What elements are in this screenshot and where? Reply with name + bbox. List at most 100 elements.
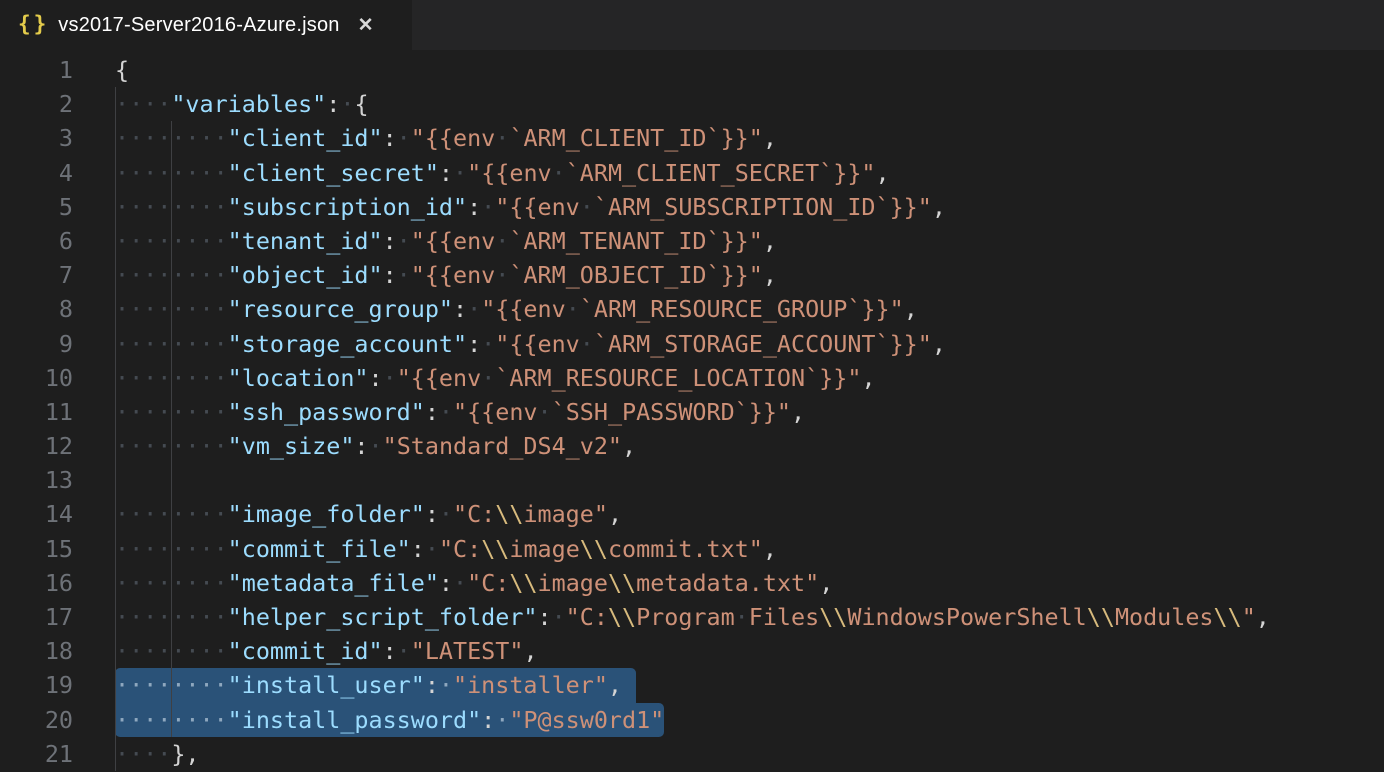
code-line[interactable]: 3 ········"client_id":·"{{env·`ARM_CLIENT…	[0, 121, 1384, 155]
code-token: `ARM_SUBSCRIPTION_ID`}}"	[594, 193, 932, 221]
code-line[interactable]: 8 ········"resource_group":·"{{env·`ARM_R…	[0, 292, 1384, 326]
line-number[interactable]: 1	[0, 53, 73, 87]
code-line[interactable]: 6 ········"tenant_id":·"{{env·`ARM_TENANT…	[0, 224, 1384, 258]
code-line-content[interactable]: ········"install_user":·"installer",	[115, 668, 1384, 702]
code-token: "{{env	[411, 124, 496, 152]
code-line-content[interactable]: ········"helper_script_folder":·"C:\\Pro…	[115, 600, 1384, 634]
code-token: "image_folder"	[228, 500, 425, 528]
code-line[interactable]: 7 ········"object_id":·"{{env·`ARM_OBJECT…	[0, 258, 1384, 292]
code-line[interactable]: 9········"storage_account":·"{{env·`ARM_…	[0, 327, 1384, 361]
code-line-content[interactable]: ········"client_id":·"{{env·`ARM_CLIENT_…	[115, 121, 1384, 155]
whitespace-dots: ·	[580, 330, 594, 358]
code-line[interactable]: 5 ········"subscription_id":·"{{env·`ARM_…	[0, 190, 1384, 224]
code-token: "commit_file"	[228, 535, 411, 563]
code-line-content[interactable]: ········"metadata_file":·"C:\\image\\met…	[115, 566, 1384, 600]
code-line[interactable]: 4 ········"client_secret":·"{{env·`ARM_CL…	[0, 156, 1384, 190]
line-number[interactable]: 16	[0, 566, 73, 600]
code-line[interactable]: 15········"commit_file":·"C:\\image\\com…	[0, 532, 1384, 566]
code-token: "{{env	[411, 261, 496, 289]
line-number[interactable]: 11	[0, 395, 73, 429]
code-line-content[interactable]: ········"storage_account":·"{{env·`ARM_S…	[115, 327, 1384, 361]
line-number[interactable]: 4	[0, 156, 73, 190]
code-token: "client_secret"	[228, 159, 439, 187]
code-line[interactable]: 11 ········"ssh_password":·"{{env·`SSH_PA…	[0, 395, 1384, 429]
line-number[interactable]: 5	[0, 190, 73, 224]
code-line[interactable]: 12 ········"vm_size":·"Standard_DS4_v2",	[0, 429, 1384, 463]
line-number[interactable]: 7	[0, 258, 73, 292]
code-line-content[interactable]: ········"commit_file":·"C:\\image\\commi…	[115, 532, 1384, 566]
code-line[interactable]: 13	[0, 463, 1384, 497]
whitespace-dots: ·	[439, 398, 453, 426]
code-line[interactable]: 20 ········"install_password":·"P@ssw0rd1…	[0, 703, 1384, 737]
code-line-content[interactable]: ········"install_password":·"P@ssw0rd1"	[115, 703, 1384, 737]
code-token: },	[171, 740, 199, 768]
code-line[interactable]: 1{	[0, 53, 1384, 87]
code-token: :	[354, 432, 368, 460]
code-line[interactable]: 2 ····"variables":·{	[0, 87, 1384, 121]
whitespace-dots: ·	[481, 330, 495, 358]
line-number[interactable]: 12	[0, 429, 73, 463]
line-number[interactable]: 9	[0, 327, 73, 361]
code-line-content[interactable]: ········"tenant_id":·"{{env·`ARM_TENANT_…	[115, 224, 1384, 258]
line-number[interactable]: 3	[0, 121, 73, 155]
code-token: {	[115, 56, 129, 84]
code-line[interactable]: 10 ········"location":·"{{env·`ARM_RESOUR…	[0, 361, 1384, 395]
tab-close-icon[interactable]: ✕	[358, 16, 374, 35]
code-token: "tenant_id"	[228, 227, 383, 255]
line-number[interactable]: 17	[0, 600, 73, 634]
tab-vs2017-server2016-azure-json[interactable]: {} vs2017-Server2016-Azure.json ✕	[0, 0, 412, 50]
line-number[interactable]: 10	[0, 361, 73, 395]
code-token: \\	[819, 603, 847, 631]
code-line-content[interactable]: ········"client_secret":·"{{env·`ARM_CLI…	[115, 156, 1384, 190]
code-line-content[interactable]	[115, 463, 1384, 497]
whitespace-dots: ·	[439, 671, 453, 699]
whitespace-dots: ·	[397, 124, 411, 152]
line-number[interactable]: 21	[0, 737, 73, 771]
code-token: ,	[932, 330, 946, 358]
line-number[interactable]: 18	[0, 634, 73, 668]
code-token: :	[453, 295, 467, 323]
code-editor[interactable]: 1{2····"variables":·{3········"client_id…	[0, 50, 1384, 772]
code-line[interactable]: 14 ········"image_folder":·"C:\\image",	[0, 497, 1384, 531]
code-line-content[interactable]: ········"commit_id":·"LATEST",	[115, 634, 1384, 668]
code-token: metadata.txt"	[636, 569, 819, 597]
code-line[interactable]: 17 ········"helper_script_folder":·"C:\\P…	[0, 600, 1384, 634]
line-number[interactable]: 6	[0, 224, 73, 258]
code-token: "location"	[228, 364, 369, 392]
line-number[interactable]: 13	[0, 463, 73, 497]
line-number[interactable]: 14	[0, 497, 73, 531]
line-number[interactable]: 2	[0, 87, 73, 121]
code-line-content[interactable]: {	[115, 53, 1384, 87]
code-token: `ARM_CLIENT_ID`}}"	[509, 124, 762, 152]
code-token: :	[439, 159, 453, 187]
code-line-content[interactable]: ········"image_folder":·"C:\\image",	[115, 497, 1384, 531]
code-line-content[interactable]: ········"location":·"{{env·`ARM_RESOURCE…	[115, 361, 1384, 395]
code-line[interactable]: 16········"metadata_file":·"C:\\image\\m…	[0, 566, 1384, 600]
line-number[interactable]: 20	[0, 703, 73, 737]
code-token: image	[538, 569, 608, 597]
code-line-content[interactable]: ····},	[115, 737, 1384, 771]
code-line-content[interactable]: ········"object_id":·"{{env·`ARM_OBJECT_…	[115, 258, 1384, 292]
code-line[interactable]: 21 ····},	[0, 737, 1384, 771]
code-token: \\	[608, 603, 636, 631]
whitespace-dots: ·	[425, 535, 439, 563]
tab-title: vs2017-Server2016-Azure.json	[58, 14, 339, 37]
whitespace-dots: ·	[369, 432, 383, 460]
code-token: ,	[763, 124, 777, 152]
line-number[interactable]: 19	[0, 668, 73, 702]
code-line[interactable]: 19 ········"install_user":·"installer",	[0, 668, 1384, 702]
code-line-content[interactable]: ········"resource_group":·"{{env·`ARM_RE…	[115, 292, 1384, 326]
code-token: "metadata_file"	[228, 569, 439, 597]
code-line-content[interactable]: ········"vm_size":·"Standard_DS4_v2",	[115, 429, 1384, 463]
indent-guide	[115, 87, 116, 771]
line-number[interactable]: 8	[0, 292, 73, 326]
code-line-content[interactable]: ········"ssh_password":·"{{env·`SSH_PASS…	[115, 395, 1384, 429]
editor-tab-bar: {} vs2017-Server2016-Azure.json ✕	[0, 0, 1384, 50]
code-line-content[interactable]: ····"variables":·{	[115, 87, 1384, 121]
whitespace-dots: ·	[453, 569, 467, 597]
code-token: ,	[861, 364, 875, 392]
line-number[interactable]: 15	[0, 532, 73, 566]
code-token: Program	[636, 603, 735, 631]
code-line-content[interactable]: ········"subscription_id":·"{{env·`ARM_S…	[115, 190, 1384, 224]
code-line[interactable]: 18 ········"commit_id":·"LATEST",	[0, 634, 1384, 668]
